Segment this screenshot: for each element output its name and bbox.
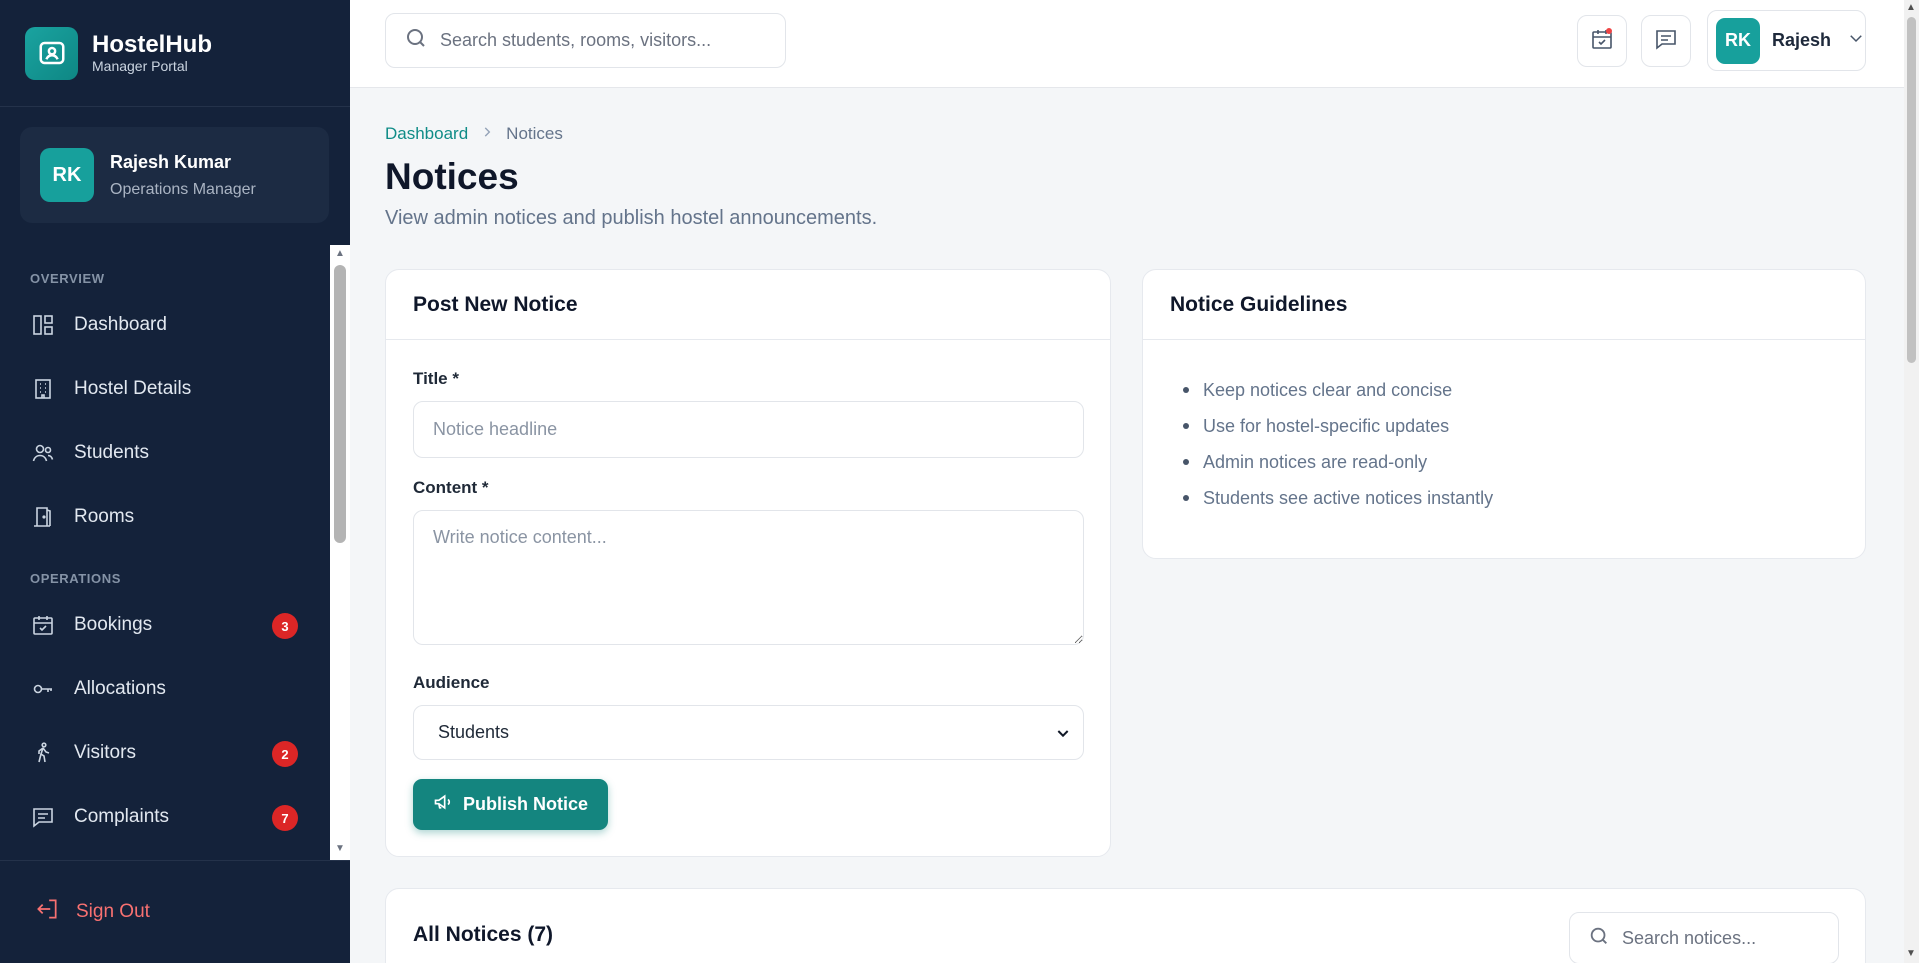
door-icon: [30, 504, 56, 530]
building-icon: [30, 376, 56, 402]
sidebar-item-rooms[interactable]: Rooms: [0, 485, 350, 549]
search-input[interactable]: [440, 30, 760, 51]
user-name: Rajesh: [1771, 30, 1831, 50]
brand-logo-icon: [25, 26, 78, 80]
sidebar-item-label: Visitors: [74, 742, 136, 763]
breadcrumb: Dashboard Notices: [385, 124, 563, 144]
list-item: Students see active notices instantly: [1183, 480, 1865, 516]
sidebar-item-label: Bookings: [74, 614, 153, 635]
sidebar-item-allocations[interactable]: Allocations: [0, 657, 350, 721]
bookings-count-badge: 3: [272, 613, 298, 639]
scroll-up-icon[interactable]: ▲: [334, 248, 346, 260]
notices-search[interactable]: [1569, 912, 1839, 963]
publish-notice-label: Publish Notice: [462, 794, 588, 814]
sidebar-scrollbar-thumb[interactable]: [334, 265, 346, 543]
complaints-count-badge: 7: [272, 805, 298, 831]
sidebar-item-label: Students: [74, 442, 149, 463]
megaphone-icon: [433, 792, 453, 817]
brand-subtitle: Manager Portal: [92, 58, 188, 74]
guidelines-list: Keep notices clear and concise Use for h…: [1143, 340, 1865, 516]
chevron-down-icon: [1847, 29, 1865, 52]
walking-person-icon: [30, 740, 56, 766]
page-scroll-up-icon[interactable]: ▲: [1905, 2, 1917, 14]
page-title: Notices: [385, 156, 519, 197]
brand-name: HostelHub: [92, 31, 212, 58]
notification-dot: [1606, 28, 1612, 34]
audience-select[interactable]: Students: [413, 705, 1084, 760]
key-icon: [30, 676, 56, 702]
scroll-down-icon[interactable]: ▼: [334, 843, 346, 855]
nav-section-overview: OVERVIEW: [30, 270, 105, 286]
publish-notice-button[interactable]: Publish Notice: [413, 779, 608, 830]
topbar: RK Rajesh: [350, 0, 1904, 88]
sign-out-label: Sign Out: [76, 901, 150, 922]
visitors-count-badge: 2: [272, 741, 298, 767]
page-subtitle: View admin notices and publish hostel an…: [385, 207, 878, 229]
search-icon: [404, 26, 428, 55]
bookings-notification-button[interactable]: [1577, 15, 1627, 67]
notice-title-input[interactable]: [413, 401, 1084, 458]
all-notices-card: All Notices (7): [385, 888, 1866, 963]
sidebar-item-students[interactable]: Students: [0, 421, 350, 485]
avatar: RK: [1716, 17, 1760, 64]
users-icon: [30, 440, 56, 466]
sidebar-item-label: Allocations: [74, 678, 166, 699]
message-icon: [30, 804, 56, 830]
sign-out-icon: [34, 896, 60, 928]
post-notice-heading: Post New Notice: [386, 270, 1110, 340]
global-search[interactable]: [385, 13, 786, 68]
sidebar: HostelHub Manager Portal RK Rajesh Kumar…: [0, 0, 350, 963]
nav-section-operations: OPERATIONS: [30, 570, 121, 586]
chevron-down-icon: [1055, 725, 1071, 746]
page-scrollbar-thumb[interactable]: [1907, 17, 1916, 363]
list-item: Admin notices are read-only: [1183, 444, 1865, 480]
sidebar-item-label: Rooms: [74, 506, 135, 527]
profile-name: Rajesh Kumar: [110, 151, 232, 172]
calendar-check-icon: [30, 612, 56, 638]
notices-search-input[interactable]: [1622, 927, 1832, 949]
guidelines-heading: Notice Guidelines: [1143, 270, 1865, 340]
search-icon: [1588, 925, 1610, 952]
breadcrumb-current: Notices: [506, 124, 563, 143]
sidebar-item-visitors[interactable]: Visitors 2: [0, 721, 350, 785]
sidebar-item-label: Dashboard: [74, 314, 167, 335]
guidelines-card: Notice Guidelines Keep notices clear and…: [1142, 269, 1866, 559]
notice-content-textarea[interactable]: [413, 510, 1084, 645]
user-menu-button[interactable]: RK Rajesh: [1707, 10, 1866, 71]
sidebar-item-label: Hostel Details: [74, 378, 192, 399]
sidebar-item-hostel-details[interactable]: Hostel Details: [0, 357, 350, 421]
list-item: Use for hostel-specific updates: [1183, 408, 1865, 444]
profile-card[interactable]: RK Rajesh Kumar Operations Manager: [20, 127, 329, 223]
messages-button[interactable]: [1641, 15, 1691, 67]
sidebar-item-dashboard[interactable]: Dashboard: [0, 293, 350, 357]
message-icon: [1654, 27, 1678, 56]
sidebar-item-label: Complaints: [74, 806, 170, 827]
sidebar-nav: OVERVIEW Dashboard Hostel Details Studen…: [0, 245, 350, 860]
sidebar-item-complaints[interactable]: Complaints 7: [0, 785, 350, 849]
audience-label: Audience: [413, 673, 490, 692]
brand[interactable]: HostelHub Manager Portal: [0, 0, 350, 107]
content-label: Content *: [413, 478, 489, 497]
all-notices-heading: All Notices (7): [413, 923, 554, 946]
audience-selected-value: Students: [438, 722, 510, 742]
dashboard-icon: [30, 312, 56, 338]
page-scroll-down-icon[interactable]: ▼: [1905, 948, 1917, 960]
breadcrumb-dashboard-link[interactable]: Dashboard: [385, 124, 468, 144]
profile-role: Operations Manager: [110, 180, 256, 198]
title-label: Title *: [413, 369, 459, 388]
post-notice-card: Post New Notice Title * Content * Audien…: [385, 269, 1111, 857]
sidebar-item-bookings[interactable]: Bookings 3: [0, 593, 350, 657]
sign-out-button[interactable]: Sign Out: [0, 860, 350, 963]
list-item: Keep notices clear and concise: [1183, 372, 1865, 408]
chevron-right-icon: [480, 124, 494, 144]
avatar: RK: [40, 148, 94, 202]
